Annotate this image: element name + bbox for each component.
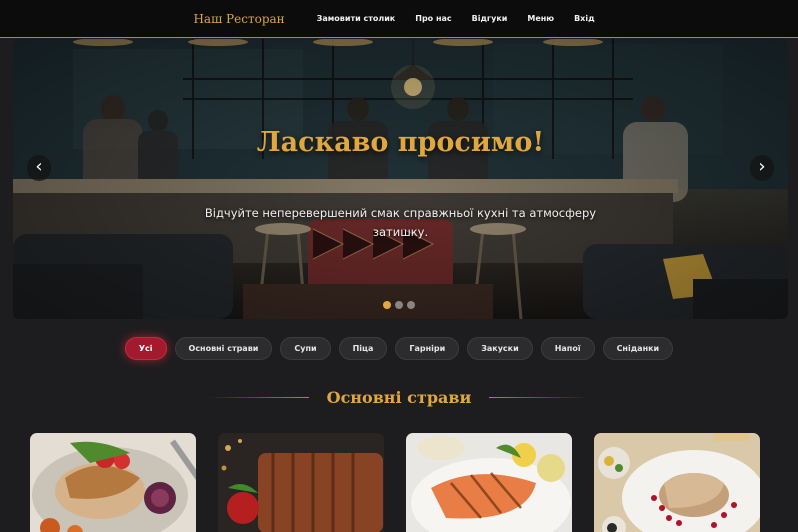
filter-main-dishes[interactable]: Основні страви: [174, 337, 273, 360]
dish-card-3[interactable]: [406, 433, 572, 532]
carousel-dot-1[interactable]: [383, 301, 391, 309]
top-navbar: Наш Ресторан Замовити столик Про нас Від…: [0, 0, 798, 38]
nav-about-us[interactable]: Про нас: [415, 14, 451, 23]
divider-left: [208, 396, 309, 398]
filter-appetizers[interactable]: Закуски: [467, 337, 533, 360]
filter-all[interactable]: Усі: [124, 337, 167, 360]
nav-menu[interactable]: Меню: [527, 14, 554, 23]
dish-card-4[interactable]: [594, 433, 760, 532]
bbq-ribs-image: [218, 433, 384, 532]
chevron-left-icon: ‹: [35, 156, 43, 177]
filter-breakfast[interactable]: Сніданки: [602, 337, 674, 360]
section-title: Основні страви: [326, 387, 472, 407]
carousel-dot-2[interactable]: [395, 301, 403, 309]
chevron-right-icon: ›: [758, 156, 766, 177]
carousel-indicators: [383, 301, 415, 309]
filter-drinks[interactable]: Напої: [540, 337, 595, 360]
hero-subtitle: Відчуйте неперевершений смак справжньої …: [204, 206, 597, 239]
nav-reserve-table[interactable]: Замовити столик: [317, 14, 396, 23]
grilled-salmon-image: [406, 433, 572, 532]
carousel-dot-3[interactable]: [407, 301, 415, 309]
filter-sides[interactable]: Гарніри: [395, 337, 460, 360]
dish-card-2[interactable]: [218, 433, 384, 532]
carousel-prev-button[interactable]: ‹: [27, 155, 51, 181]
hero-title: Ласкаво просимо!: [256, 127, 545, 158]
brand-logo[interactable]: Наш Ресторан: [193, 12, 284, 26]
hero-overlay: [13, 39, 788, 319]
pork-steak-pomegranate-image: [594, 433, 760, 532]
hero-carousel: Ласкаво просимо! Відчуйте неперевершений…: [13, 39, 788, 319]
section-header: Основні страви: [0, 385, 798, 409]
category-filters: Усі Основні страви Супи Піца Гарніри Зак…: [0, 337, 798, 360]
filter-pizza[interactable]: Піца: [338, 337, 388, 360]
nav-reviews[interactable]: Відгуки: [472, 14, 508, 23]
carousel-next-button[interactable]: ›: [750, 155, 774, 181]
grilled-chicken-plate-image: [30, 433, 196, 532]
divider-right: [489, 396, 590, 398]
filter-soups[interactable]: Супи: [280, 337, 331, 360]
dish-card-1[interactable]: [30, 433, 196, 532]
nav-login[interactable]: Вхід: [574, 14, 594, 23]
